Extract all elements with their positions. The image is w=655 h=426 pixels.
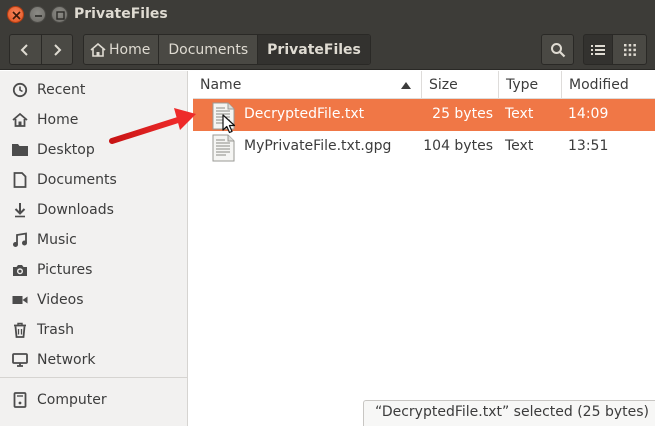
sidebar-item-label: Desktop (37, 142, 95, 158)
breadcrumb-privatefiles-label: PrivateFiles (267, 41, 361, 58)
clock-icon (11, 81, 29, 99)
sidebar-item-videos[interactable]: Videos (0, 285, 187, 315)
column-header-type-label: Type (506, 77, 539, 93)
column-header-type[interactable]: Type (499, 71, 562, 99)
computer-icon (11, 391, 29, 409)
sidebar-item-label: Pictures (37, 262, 93, 278)
column-header-modified-label: Modified (569, 77, 629, 93)
mouse-pointer-icon (222, 114, 236, 134)
sidebar-item-label: Home (37, 112, 79, 128)
grid-view-button[interactable] (613, 34, 647, 65)
sidebar-item-label: Documents (37, 172, 117, 188)
folder-icon (11, 141, 29, 159)
minimize-icon (35, 15, 42, 17)
sidebar-item-documents[interactable]: Documents (0, 165, 187, 195)
column-header-size-label: Size (429, 77, 458, 93)
sidebar-item-label: Trash (37, 322, 74, 338)
sidebar-item-trash[interactable]: Trash (0, 315, 187, 345)
download-icon (11, 201, 29, 219)
toolbar: Home Documents PrivateFiles (0, 30, 655, 70)
sidebar-item-label: Network (37, 352, 96, 368)
sidebar-item-downloads[interactable]: Downloads (0, 195, 187, 225)
sidebar-divider (0, 377, 187, 378)
music-icon (11, 231, 29, 249)
forward-button[interactable] (40, 35, 72, 64)
trash-icon (11, 321, 29, 339)
file-type: Text (505, 106, 534, 122)
breadcrumb-home-label: Home (109, 41, 151, 58)
breadcrumb-documents-label: Documents (168, 41, 249, 58)
breadcrumb-privatefiles[interactable]: PrivateFiles (257, 35, 370, 64)
breadcrumb-documents[interactable]: Documents (158, 35, 257, 64)
sidebar-item-label: Computer (37, 392, 107, 408)
text-file-icon (212, 134, 235, 162)
file-name: DecryptedFile.txt (244, 106, 365, 122)
sidebar-item-label: Downloads (37, 202, 114, 218)
title-bar: PrivateFiles (0, 0, 655, 30)
home-icon (90, 42, 106, 57)
sidebar-item-recent[interactable]: Recent (0, 75, 187, 105)
sidebar-item-music[interactable]: Music (0, 225, 187, 255)
file-size: 104 bytes (423, 138, 493, 154)
sidebar-item-label: Videos (37, 292, 84, 308)
file-size: 25 bytes (432, 106, 493, 122)
search-icon (550, 42, 565, 57)
network-icon (11, 351, 29, 369)
breadcrumb: Home Documents PrivateFiles (83, 34, 371, 65)
breadcrumb-home[interactable]: Home (84, 35, 158, 64)
list-view-button[interactable] (583, 34, 613, 65)
file-modified: 14:09 (568, 106, 609, 122)
sidebar-item-network[interactable]: Network (0, 345, 187, 375)
file-row-selected[interactable]: DecryptedFile.txt 25 bytes Text 14:09 (193, 99, 655, 131)
sidebar-item-label: Music (37, 232, 77, 248)
video-icon (11, 291, 29, 309)
chevron-left-icon (21, 43, 29, 56)
column-header-modified[interactable]: Modified (562, 71, 655, 99)
document-icon (11, 171, 29, 189)
grid-view-icon (623, 43, 636, 56)
search-button[interactable] (541, 34, 574, 65)
sort-ascending-icon (401, 82, 411, 89)
sidebar-item-label: Recent (37, 82, 86, 98)
column-header-row: Name Size Type Modified (193, 71, 655, 99)
file-modified: 13:51 (568, 138, 609, 154)
window-title: PrivateFiles (74, 6, 168, 22)
sidebar-item-computer[interactable]: Computer (0, 385, 187, 415)
column-header-name-label: Name (200, 77, 242, 93)
column-header-size[interactable]: Size (422, 71, 499, 99)
annotation-arrow-icon (109, 108, 196, 144)
file-row[interactable]: MyPrivateFile.txt.gpg 104 bytes Text 13:… (193, 131, 655, 163)
list-view-icon (591, 44, 605, 55)
selection-status: “DecryptedFile.txt” selected (25 bytes) (363, 400, 655, 426)
home-icon (11, 111, 29, 129)
close-window-button[interactable] (7, 6, 24, 23)
navigation-buttons (9, 34, 73, 65)
back-button[interactable] (10, 35, 41, 64)
close-icon (12, 11, 21, 20)
file-list: Name Size Type Modified DecryptedFile.tx… (193, 71, 655, 426)
minimize-window-button[interactable] (29, 6, 46, 23)
file-name: MyPrivateFile.txt.gpg (244, 138, 392, 154)
file-type: Text (505, 138, 534, 154)
column-header-name[interactable]: Name (193, 71, 422, 99)
camera-icon (11, 261, 29, 279)
maximize-icon (56, 11, 65, 20)
sidebar-item-pictures[interactable]: Pictures (0, 255, 187, 285)
maximize-window-button[interactable] (51, 6, 68, 23)
chevron-right-icon (54, 43, 62, 56)
